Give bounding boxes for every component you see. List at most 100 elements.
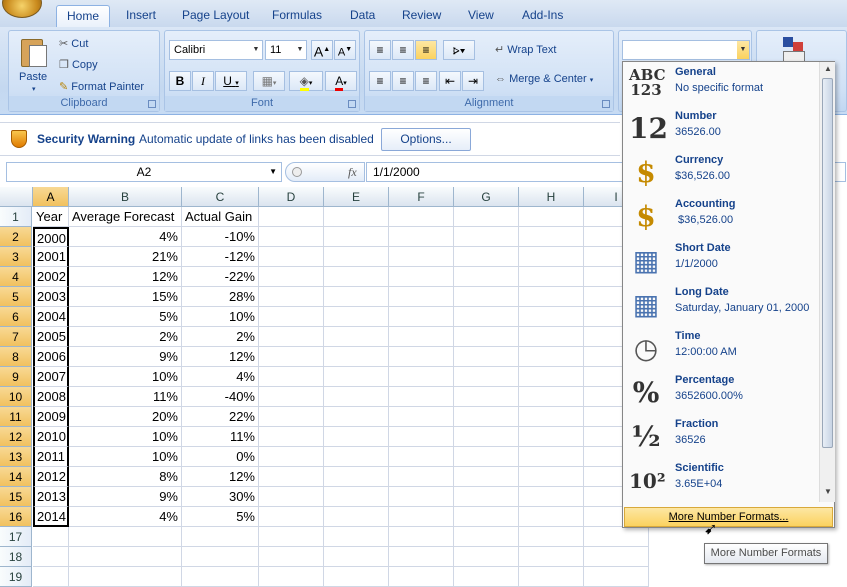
cell-h2[interactable] [519, 227, 584, 247]
cell-a5[interactable]: 2003 [33, 287, 69, 307]
cell-c18[interactable] [182, 547, 259, 567]
cell-c16[interactable]: 5% [182, 507, 259, 527]
cell-f9[interactable] [389, 367, 454, 387]
column-header-e[interactable]: E [324, 187, 389, 207]
cell-f1[interactable] [389, 207, 454, 227]
cell-c14[interactable]: 12% [182, 467, 259, 487]
cell-h18[interactable] [519, 547, 584, 567]
cell-f19[interactable] [389, 567, 454, 587]
cell-e15[interactable] [324, 487, 389, 507]
row-header[interactable]: 8 [0, 347, 32, 367]
tab-home[interactable]: Home [56, 5, 111, 27]
cell-a15[interactable]: 2013 [33, 487, 69, 507]
expand-icon[interactable] [292, 167, 302, 177]
cell-d17[interactable] [259, 527, 324, 547]
cell-f17[interactable] [389, 527, 454, 547]
scroll-up-icon[interactable]: ▲ [822, 64, 834, 73]
cell-g9[interactable] [454, 367, 519, 387]
cell-a8[interactable]: 2006 [33, 347, 69, 367]
cell-c12[interactable]: 11% [182, 427, 259, 447]
cell-c17[interactable] [182, 527, 259, 547]
cell-d2[interactable] [259, 227, 324, 247]
cell-b6[interactable]: 5% [69, 307, 182, 327]
shrink-font-button[interactable]: A▼ [334, 40, 356, 60]
cell-i18[interactable] [584, 547, 649, 567]
cell-b4[interactable]: 12% [69, 267, 182, 287]
row-header[interactable]: 15 [0, 487, 32, 507]
cell-c5[interactable]: 28% [182, 287, 259, 307]
cell-g1[interactable] [454, 207, 519, 227]
cell-a17[interactable] [33, 527, 69, 547]
cell-h14[interactable] [519, 467, 584, 487]
cell-e12[interactable] [324, 427, 389, 447]
align-bottom-icon[interactable]: ≡ [415, 40, 437, 60]
cell-b5[interactable]: 15% [69, 287, 182, 307]
cell-a1[interactable]: Year [33, 207, 69, 227]
cell-g15[interactable] [454, 487, 519, 507]
row-header[interactable]: 6 [0, 307, 32, 327]
cell-h10[interactable] [519, 387, 584, 407]
align-top-icon[interactable]: ≡ [369, 40, 391, 60]
cut-button[interactable]: ✂ Cut [59, 37, 88, 50]
number-format-option-time[interactable]: ◷ Time 12:00:00 AM [623, 326, 819, 370]
orientation-icon[interactable]: ⦠▾ [443, 40, 475, 60]
number-format-option-number[interactable]: 12 Number 36526.00 [623, 106, 819, 150]
select-all-corner[interactable] [0, 187, 33, 207]
cell-b10[interactable]: 11% [69, 387, 182, 407]
cell-f18[interactable] [389, 547, 454, 567]
cell-h12[interactable] [519, 427, 584, 447]
cell-c3[interactable]: -12% [182, 247, 259, 267]
cell-c4[interactable]: -22% [182, 267, 259, 287]
row-header[interactable]: 11 [0, 407, 32, 427]
cell-f7[interactable] [389, 327, 454, 347]
row-header[interactable]: 14 [0, 467, 32, 487]
row-header[interactable]: 1 [0, 207, 32, 227]
cell-d9[interactable] [259, 367, 324, 387]
cell-f15[interactable] [389, 487, 454, 507]
cell-b11[interactable]: 20% [69, 407, 182, 427]
number-format-option-long-date[interactable]: ▦ Long Date Saturday, January 01, 2000 [623, 282, 819, 326]
cell-d4[interactable] [259, 267, 324, 287]
cell-h15[interactable] [519, 487, 584, 507]
cell-g13[interactable] [454, 447, 519, 467]
cell-f14[interactable] [389, 467, 454, 487]
cell-d1[interactable] [259, 207, 324, 227]
wrap-text-button[interactable]: ↵ Wrap Text [495, 43, 556, 56]
cell-e6[interactable] [324, 307, 389, 327]
underline-button[interactable]: U ▾ [215, 71, 247, 91]
cell-d16[interactable] [259, 507, 324, 527]
cell-a4[interactable]: 2002 [33, 267, 69, 287]
bold-button[interactable]: B [169, 71, 191, 91]
number-format-option-scientific[interactable]: 10² Scientific 3.65E+04 [623, 458, 819, 502]
cell-g10[interactable] [454, 387, 519, 407]
font-size-combo[interactable]: 11 ▼ [265, 40, 307, 60]
cell-h8[interactable] [519, 347, 584, 367]
cell-g8[interactable] [454, 347, 519, 367]
cell-e18[interactable] [324, 547, 389, 567]
cell-g17[interactable] [454, 527, 519, 547]
cell-e19[interactable] [324, 567, 389, 587]
cell-f10[interactable] [389, 387, 454, 407]
cell-c8[interactable]: 12% [182, 347, 259, 367]
cell-c10[interactable]: -40% [182, 387, 259, 407]
cell-e7[interactable] [324, 327, 389, 347]
name-box[interactable]: A2 ▼ [6, 162, 282, 182]
increase-indent-icon[interactable]: ⇥ [462, 71, 484, 91]
number-format-combo[interactable]: ▼ [622, 40, 750, 60]
cell-g19[interactable] [454, 567, 519, 587]
tab-data[interactable]: Data [340, 5, 385, 27]
cell-d11[interactable] [259, 407, 324, 427]
number-format-option-currency[interactable]: $ Currency $36,526.00 [623, 150, 819, 194]
cell-g2[interactable] [454, 227, 519, 247]
cell-b17[interactable] [69, 527, 182, 547]
column-header-g[interactable]: G [454, 187, 519, 207]
cell-b2[interactable]: 4% [69, 227, 182, 247]
cell-c9[interactable]: 4% [182, 367, 259, 387]
column-header-c[interactable]: C [182, 187, 259, 207]
grow-font-button[interactable]: A▲ [311, 40, 333, 60]
alignment-launcher-icon[interactable] [602, 100, 610, 108]
cell-d13[interactable] [259, 447, 324, 467]
cell-g3[interactable] [454, 247, 519, 267]
tab-view[interactable]: View [458, 5, 504, 27]
row-header[interactable]: 19 [0, 567, 32, 587]
